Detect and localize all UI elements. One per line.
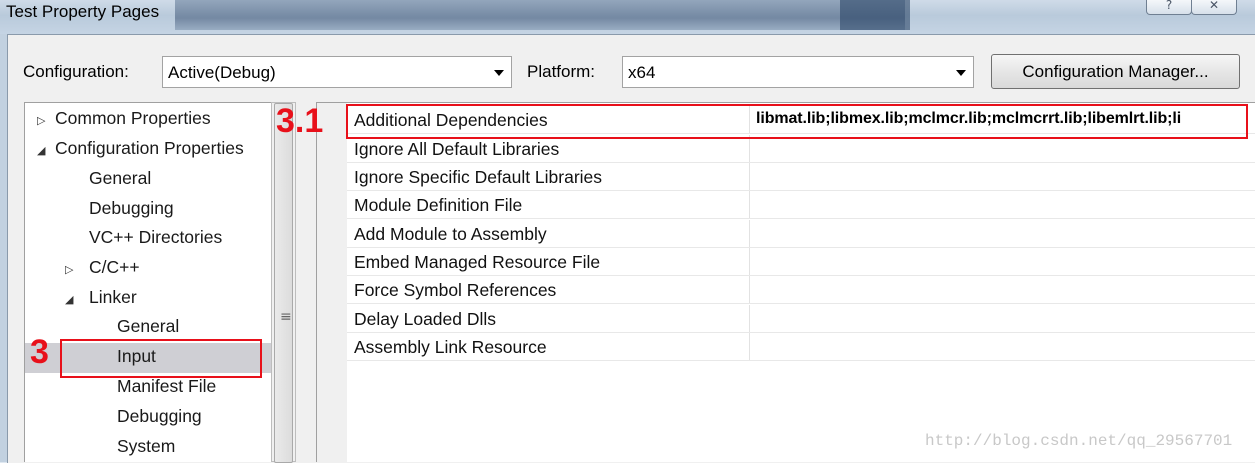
property-name: Module Definition File	[354, 195, 523, 215]
column-divider	[749, 163, 750, 190]
expand-icon[interactable]: ▷	[37, 114, 55, 127]
tree-item-c-cpp[interactable]: ▷ C/C++	[65, 257, 140, 285]
property-row-embed-managed-resource-file[interactable]: Embed Managed Resource File	[347, 248, 1255, 276]
configuration-value: Active(Debug)	[168, 63, 276, 82]
property-row-delay-loaded-dlls[interactable]: Delay Loaded Dlls	[347, 305, 1255, 333]
property-row-module-definition-file[interactable]: Module Definition File	[347, 191, 1255, 219]
title-bar-glass	[175, 0, 905, 30]
column-divider	[749, 333, 750, 360]
title-bar: Test Property Pages ? ✕	[0, 0, 1255, 34]
window-frame-left	[0, 34, 7, 462]
tree-item-general[interactable]: General	[89, 168, 151, 196]
configuration-dropdown[interactable]: Active(Debug)	[162, 56, 512, 88]
tree-item-manifest-file[interactable]: Manifest File	[117, 376, 216, 404]
tree-item-label: Manifest File	[117, 376, 217, 396]
property-name: Ignore Specific Default Libraries	[354, 167, 603, 187]
annotation-box-additional-dependencies	[346, 104, 1248, 139]
column-divider	[749, 248, 750, 275]
platform-value: x64	[628, 63, 656, 82]
annotation-marker-3-1: 3.1	[276, 102, 324, 140]
title-bar-glass-dark	[840, 0, 910, 30]
column-divider	[749, 276, 750, 303]
grid-gutter	[317, 103, 347, 462]
tree-item-linker[interactable]: ◢ Linker	[65, 287, 137, 315]
property-grid: Additional Dependencies libmat.lib;libme…	[316, 102, 1255, 462]
grip-icon: ≡	[280, 309, 292, 325]
tree-item-vc-directories[interactable]: VC++ Directories	[89, 227, 222, 255]
property-name: Delay Loaded Dlls	[354, 309, 497, 329]
watermark: http://blog.csdn.net/qq_29567701	[925, 432, 1233, 450]
annotation-marker-3: 3	[30, 333, 49, 371]
column-divider	[749, 220, 750, 247]
collapse-icon[interactable]: ◢	[65, 293, 89, 306]
close-icon: ✕	[1208, 0, 1220, 12]
tree-item-label: Common Properties	[55, 108, 211, 128]
property-name: Assembly Link Resource	[354, 337, 547, 357]
configuration-label: Configuration:	[23, 62, 129, 81]
property-tree: ▷ Common Properties ◢ Configuration Proper…	[24, 102, 272, 462]
tree-item-label: General	[117, 316, 180, 336]
chevron-down-icon	[494, 70, 504, 76]
property-name: Ignore All Default Libraries	[354, 139, 560, 159]
tree-item-configuration-properties[interactable]: ◢ Configuration Properties	[37, 138, 244, 166]
tree-item-label: General	[89, 168, 152, 188]
property-row-add-module-to-assembly[interactable]: Add Module to Assembly	[347, 220, 1255, 248]
tree-item-linker-debugging[interactable]: Debugging	[117, 406, 202, 434]
help-button[interactable]: ?	[1146, 0, 1192, 15]
tree-item-common-properties[interactable]: ▷ Common Properties	[37, 108, 211, 136]
tree-item-debugging[interactable]: Debugging	[89, 198, 174, 226]
property-row-ignore-all-default-libraries[interactable]: Ignore All Default Libraries	[347, 135, 1255, 163]
column-divider	[749, 191, 750, 218]
close-button[interactable]: ✕	[1191, 0, 1237, 15]
column-divider	[749, 135, 750, 162]
tree-scrollbar[interactable]: ≡	[271, 102, 296, 463]
help-icon: ?	[1165, 0, 1173, 12]
tree-item-label: VC++ Directories	[89, 227, 223, 247]
tree-item-label: Configuration Properties	[55, 138, 244, 158]
annotation-box-input	[60, 339, 262, 378]
platform-label: Platform:	[527, 62, 596, 81]
tree-item-label: Debugging	[117, 406, 202, 426]
platform-dropdown[interactable]: x64	[622, 56, 974, 88]
property-row-force-symbol-references[interactable]: Force Symbol References	[347, 276, 1255, 304]
tree-item-label: System	[117, 436, 176, 456]
property-row-assembly-link-resource[interactable]: Assembly Link Resource	[347, 333, 1255, 361]
tree-item-label: C/C++	[89, 257, 140, 277]
property-name: Force Symbol References	[354, 280, 557, 300]
chevron-down-icon	[956, 70, 966, 76]
property-row-ignore-specific-default-libraries[interactable]: Ignore Specific Default Libraries	[347, 163, 1255, 191]
configuration-manager-button[interactable]: Configuration Manager...	[991, 54, 1240, 89]
window-title: Test Property Pages	[6, 2, 160, 21]
collapse-icon[interactable]: ◢	[37, 144, 55, 157]
property-name: Embed Managed Resource File	[354, 252, 601, 272]
scrollbar-thumb[interactable]	[274, 103, 293, 463]
expand-icon[interactable]: ▷	[65, 263, 89, 276]
tree-item-label: Debugging	[89, 198, 174, 218]
property-name: Add Module to Assembly	[354, 224, 547, 244]
tree-item-label: Linker	[89, 287, 137, 307]
tree-item-system[interactable]: System	[117, 436, 175, 462]
column-divider	[749, 305, 750, 332]
